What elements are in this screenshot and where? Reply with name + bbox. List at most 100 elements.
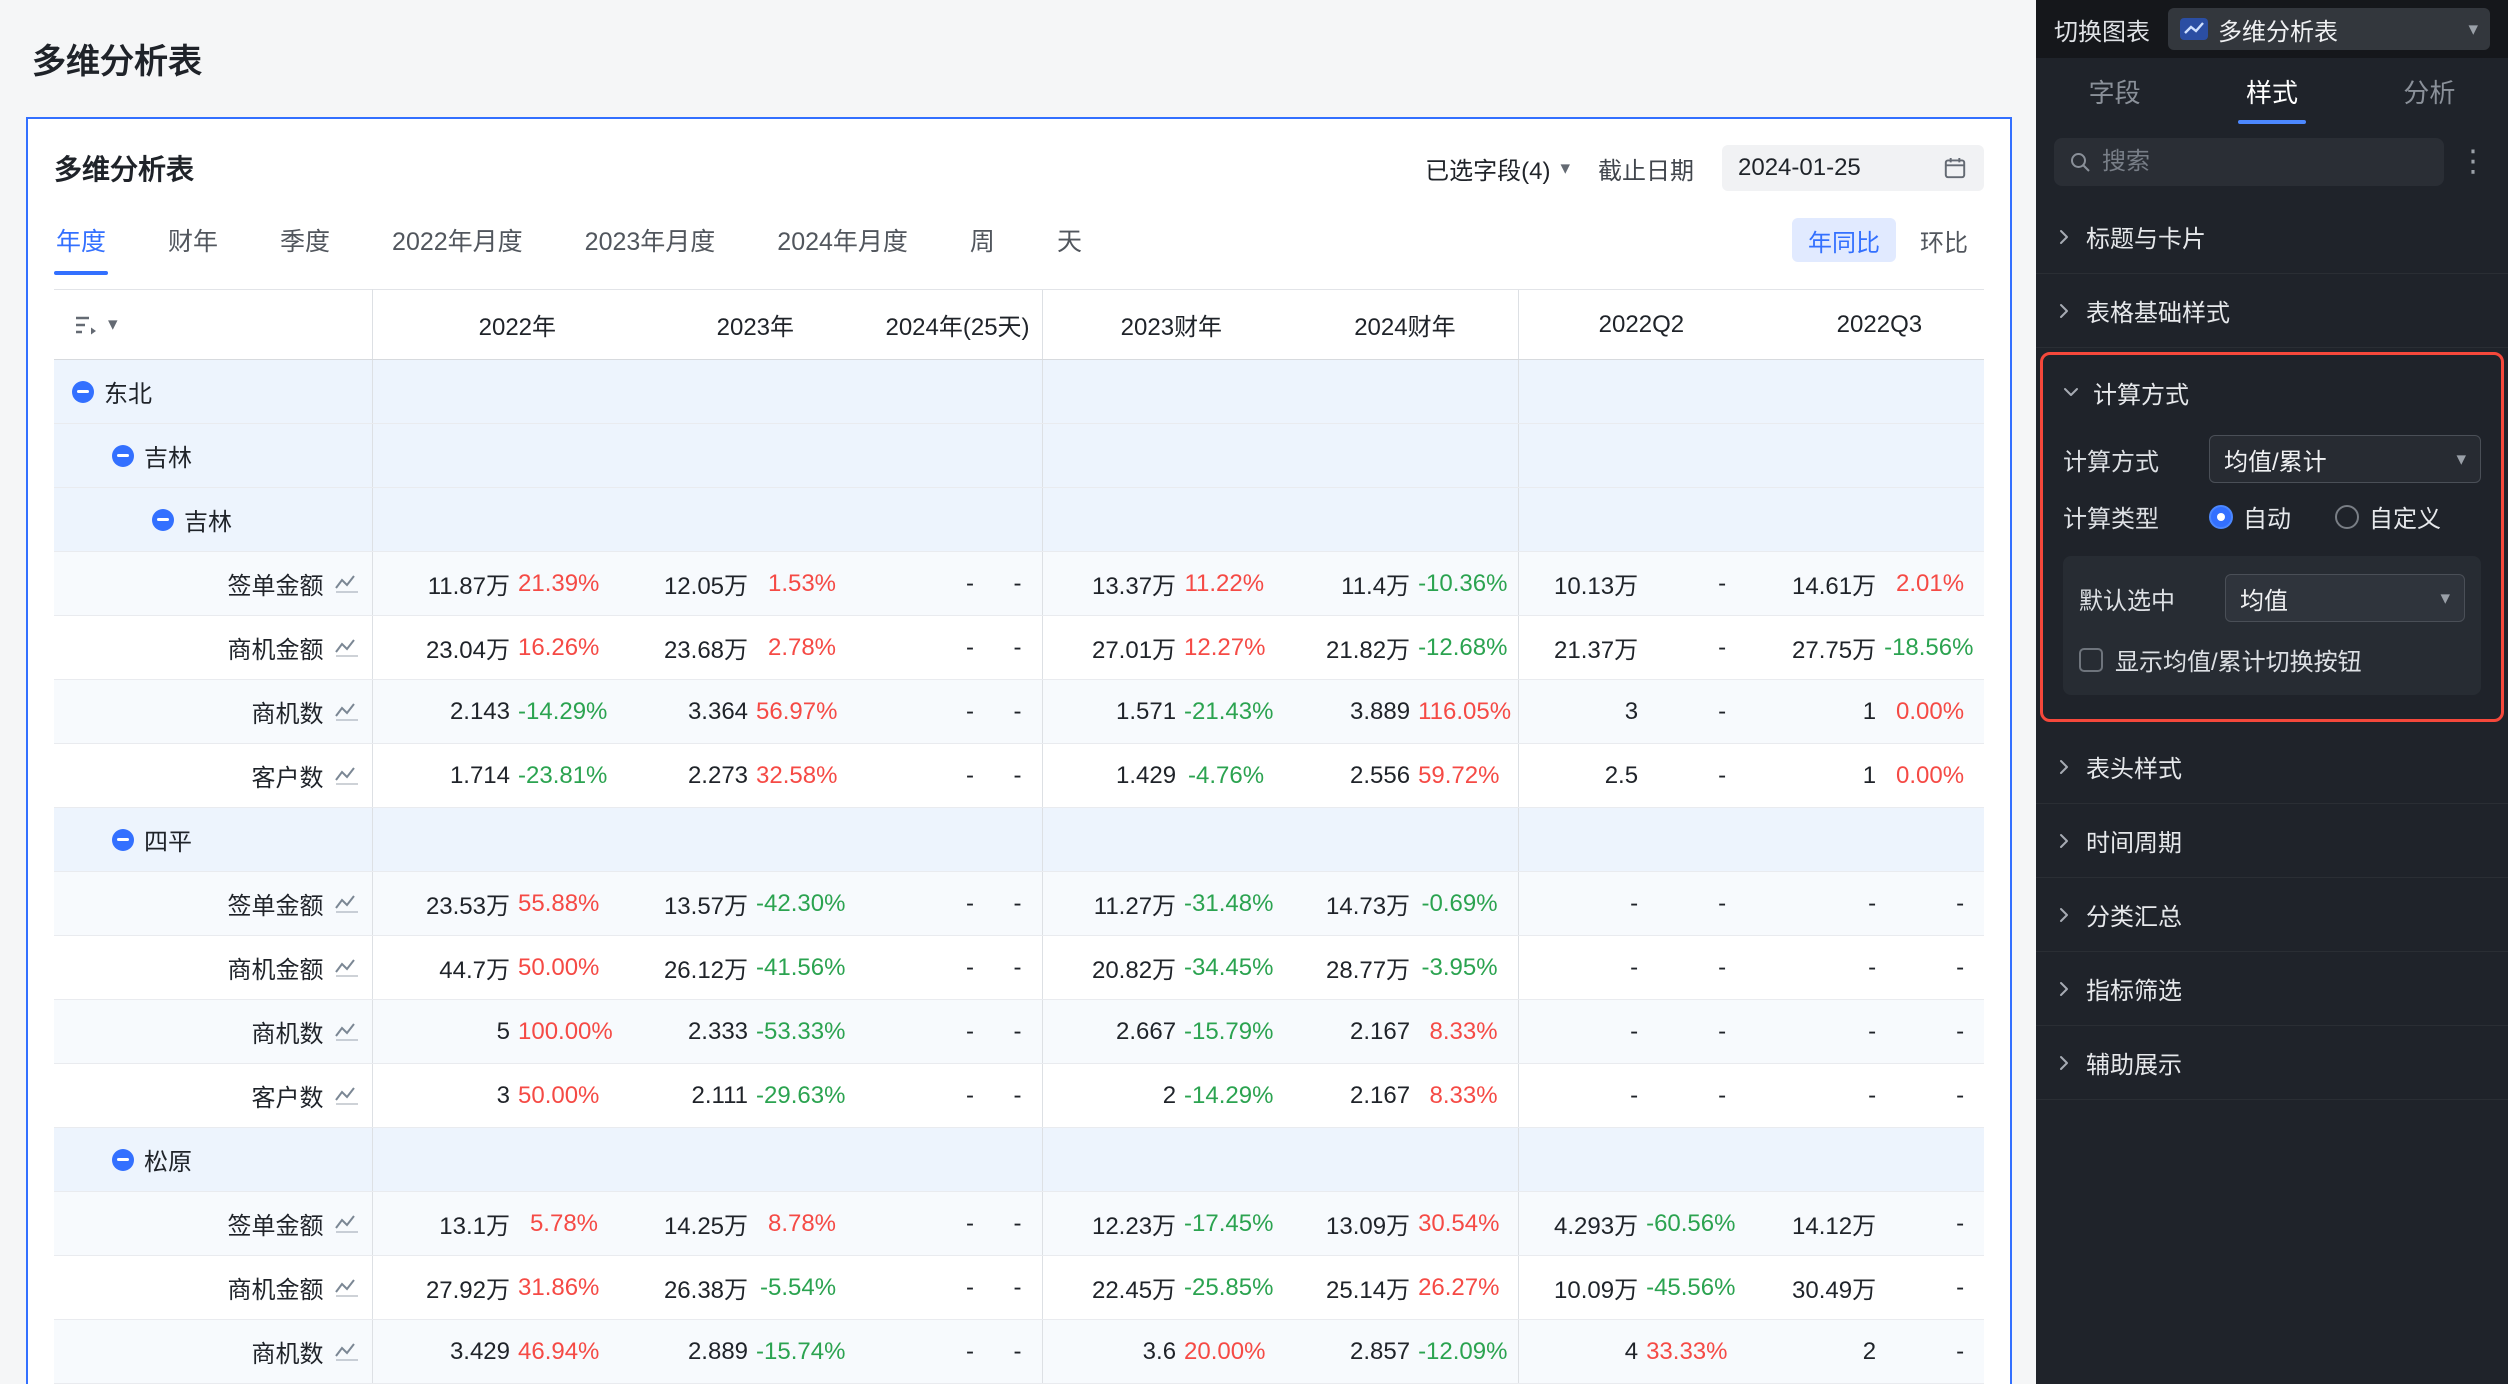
sparkline-icon[interactable] [334,1342,360,1362]
sparkline-icon[interactable] [334,1022,360,1042]
sparkline-icon[interactable] [334,766,360,786]
mom-button[interactable]: 环比 [1904,218,1984,262]
cell-value: - [856,1000,982,1064]
section-label: 辅助展示 [2086,1045,2182,1080]
cell-value: - [856,1192,982,1256]
cell-percent: - [1646,616,1746,680]
selected-fields-dropdown[interactable]: 已选字段(4) ▾ [1425,151,1570,186]
sidebar-section-auxiliary-display[interactable]: 辅助展示 [2036,1026,2508,1100]
tab-year[interactable]: 年度 [54,205,108,275]
line-chart-icon [2180,18,2208,40]
sidebar-section-header-style[interactable]: 表头样式 [2036,730,2508,804]
cell-value: 2.556 [1284,744,1418,808]
search-input[interactable] [2102,148,2430,176]
calc-method-select[interactable]: 均值/累计 ▾ [2209,435,2481,483]
cell-percent [1884,1128,1984,1192]
cell-value: 3.364 [618,680,756,744]
cell-percent: 1.53% [756,552,856,616]
section-label: 表头样式 [2086,749,2182,784]
cell-percent: - [1646,552,1746,616]
cell-percent: - [982,552,1042,616]
default-selection-label: 默认选中 [2079,581,2207,616]
tab-fiscal-year[interactable]: 财年 [166,205,220,275]
cell-percent: -42.30% [756,872,856,936]
tab-week[interactable]: 周 [968,205,997,275]
cell-value [1284,1128,1418,1192]
checkbox-label: 显示均值/累计切换按钮 [2115,642,2362,677]
sparkline-icon[interactable] [334,638,360,658]
sidebar-section-metric-filter[interactable]: 指标筛选 [2036,952,2508,1026]
default-selection-select[interactable]: 均值 ▾ [2225,574,2465,622]
cell-percent: 12.27% [1184,616,1284,680]
sparkline-icon[interactable] [334,1086,360,1106]
tree-dropdown-caret[interactable]: ▾ [108,315,118,334]
metric-label: 签单金额 [228,886,324,921]
metric-row: 签单金额11.87万21.39%12.05万1.53%--13.37万11.22… [54,552,1984,616]
cell-value [618,808,756,872]
sidebar-section-title-card[interactable]: 标题与卡片 [2036,200,2508,274]
tab-fields[interactable]: 字段 [2081,58,2149,124]
caret-down-icon: ▾ [1560,159,1570,178]
column-header: 2023年 [618,290,856,360]
sidebar-section-time-period[interactable]: 时间周期 [2036,804,2508,878]
chart-select-dropdown[interactable]: 多维分析表 ▾ [2168,8,2490,50]
sparkline-icon[interactable] [334,894,360,914]
cell-percent: - [1884,1192,1984,1256]
tab-style[interactable]: 样式 [2238,58,2306,124]
collapse-minus-icon[interactable] [112,1149,134,1171]
radio-dot [2209,505,2233,529]
tab-analysis[interactable]: 分析 [2395,58,2463,124]
cell-percent: - [1884,936,1984,1000]
sparkline-icon[interactable] [334,574,360,594]
tree-cell: 商机金额 [54,936,372,1000]
tab-2022-monthly[interactable]: 2022年月度 [390,205,525,275]
cell-percent: - [982,1064,1042,1128]
cell-percent: -12.09% [1418,1320,1518,1384]
more-options-icon[interactable]: ⋮ [2456,147,2490,177]
group-label: 松原 [144,1142,192,1177]
cell-percent: 8.33% [1418,1000,1518,1064]
cell-value: 11.27万 [1042,872,1184,936]
tab-quarter[interactable]: 季度 [278,205,332,275]
radio-custom[interactable]: 自定义 [2335,499,2441,534]
calc-method-settings: 计算方式 均值/累计 ▾ 计算类型 自动 [2043,429,2501,719]
widget-header: 多维分析表 已选字段(4) ▾ 截止日期 2024-01-25 [28,119,2010,191]
sidebar-section-table-base-style[interactable]: 表格基础样式 [2036,274,2508,348]
cell-value: 23.04万 [372,616,518,680]
chevron-right-icon [2056,759,2072,775]
cell-percent [1884,424,1984,488]
sparkline-icon[interactable] [334,1214,360,1234]
radio-label: 自动 [2243,499,2291,534]
section-label: 指标筛选 [2086,971,2182,1006]
cell-percent: -31.48% [1184,872,1284,936]
collapse-minus-icon[interactable] [72,381,94,403]
cell-percent: 5.78% [518,1192,618,1256]
group-label: 吉林 [184,502,232,537]
show-toggle-checkbox[interactable] [2079,648,2103,672]
sparkline-icon[interactable] [334,702,360,722]
tab-2023-monthly[interactable]: 2023年月度 [583,205,718,275]
tree-outline-icon[interactable] [72,313,98,337]
deadline-date-input[interactable]: 2024-01-25 [1722,145,1984,191]
cell-value [1518,424,1646,488]
sidebar-section-category-summary[interactable]: 分类汇总 [2036,878,2508,952]
sparkline-icon[interactable] [334,1278,360,1298]
radio-auto[interactable]: 自动 [2209,499,2291,534]
cell-percent: 26.27% [1418,1256,1518,1320]
cell-value [372,808,518,872]
yoy-button[interactable]: 年同比 [1792,218,1896,262]
metric-row: 签单金额23.53万55.88%13.57万-42.30%--11.27万-31… [54,872,1984,936]
cell-percent [756,1128,856,1192]
style-sidebar: 切换图表 多维分析表 ▾ 字段 样式 分析 ⋮ [2036,0,2508,1384]
collapse-minus-icon[interactable] [112,829,134,851]
sparkline-icon[interactable] [334,958,360,978]
chevron-right-icon [2056,907,2072,923]
tab-2024-monthly[interactable]: 2024年月度 [775,205,910,275]
collapse-minus-icon[interactable] [112,445,134,467]
collapse-minus-icon[interactable] [152,509,174,531]
sidebar-section-calc-method[interactable]: 计算方式 [2043,355,2501,429]
default-selection-panel: 默认选中 均值 ▾ 显示均值/累计切换按钮 [2063,556,2481,695]
group-row: 松原 [54,1128,1984,1192]
tab-day[interactable]: 天 [1055,205,1084,275]
search-box[interactable] [2054,138,2444,186]
